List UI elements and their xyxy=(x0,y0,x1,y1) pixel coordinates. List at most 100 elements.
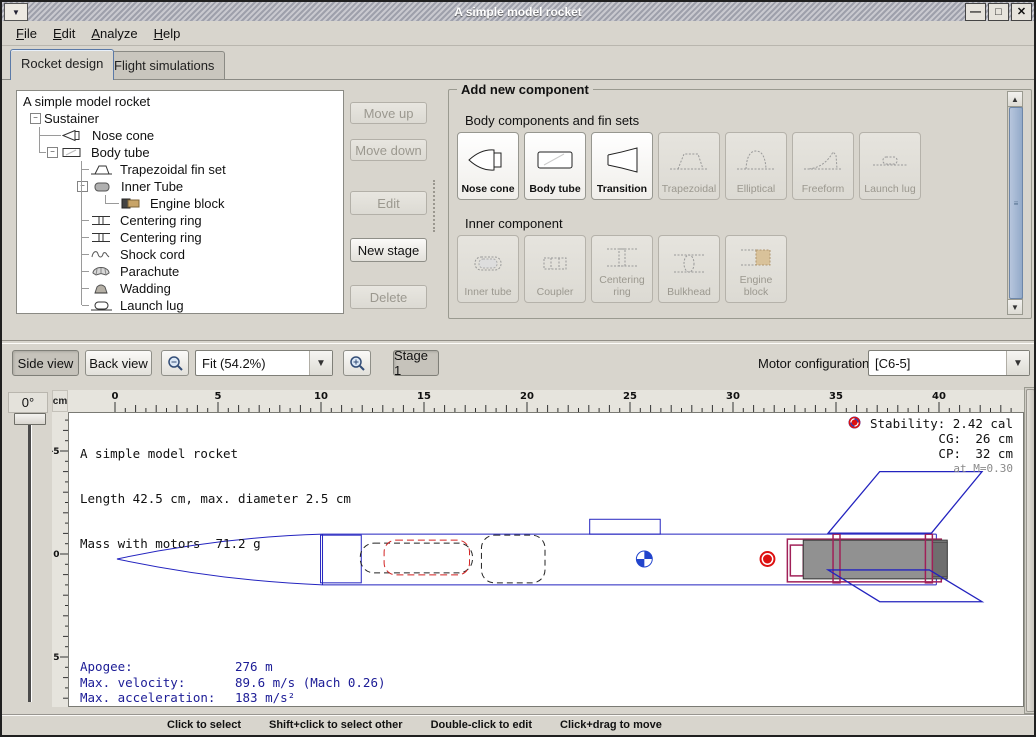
tree-item-engine-block[interactable]: Engine block xyxy=(106,195,343,212)
svg-text:40: 40 xyxy=(932,391,946,402)
motor-configuration-select[interactable]: [C6-5] ▼ xyxy=(868,350,1030,376)
add-trapezoidal-fin-button[interactable]: Trapezoidal xyxy=(658,132,720,200)
menu-help[interactable]: Help xyxy=(146,23,189,44)
vertical-ruler: -505 xyxy=(52,412,68,707)
add-centering-ring-button[interactable]: Centering ring xyxy=(591,235,653,303)
move-down-button[interactable]: Move down xyxy=(350,139,427,161)
motor-nozzle xyxy=(932,542,947,577)
status-bar: Click to select Shift+click to select ot… xyxy=(2,714,1034,735)
rocket-canvas[interactable]: A simple model rocket Length 42.5 cm, ma… xyxy=(68,412,1024,707)
component-panel-scrollbar[interactable]: ▲ ≡ ▼ xyxy=(1007,91,1023,315)
horizontal-ruler: 0510152025303540 xyxy=(68,390,1024,412)
chevron-down-icon[interactable]: ▼ xyxy=(309,351,332,375)
add-inner-tube-button[interactable]: Inner tube xyxy=(457,235,519,303)
tree-item-centering-ring-1[interactable]: Centering ring xyxy=(82,212,343,229)
stage-1-button[interactable]: Stage 1 xyxy=(393,350,439,376)
add-bulkhead-button[interactable]: Bulkhead xyxy=(658,235,720,303)
svg-text:35: 35 xyxy=(829,391,843,402)
scroll-up-icon[interactable]: ▲ xyxy=(1008,92,1022,107)
tree-collapse-toggle[interactable]: − xyxy=(30,113,41,124)
scrollbar-thumb[interactable]: ≡ xyxy=(1009,107,1023,299)
launch-lug-icon xyxy=(861,137,919,183)
scroll-down-icon[interactable]: ▼ xyxy=(1008,299,1022,314)
back-view-button[interactable]: Back view xyxy=(85,350,152,376)
parachute-icon xyxy=(90,265,114,278)
fin-top xyxy=(828,472,982,534)
tree-item-body-tube[interactable]: − Body tube xyxy=(40,144,343,161)
tree-item-sustainer[interactable]: − Sustainer xyxy=(30,110,343,127)
tree-item-shock-cord[interactable]: Shock cord xyxy=(82,246,343,263)
centering-ring-icon xyxy=(90,214,114,227)
edit-button[interactable]: Edit xyxy=(350,191,427,215)
cg-marker xyxy=(636,551,652,567)
tab-rocket-design[interactable]: Rocket design xyxy=(10,49,114,80)
body-tube-icon xyxy=(526,137,584,183)
add-transition-button[interactable]: Transition xyxy=(591,132,653,200)
magnifier-minus-icon xyxy=(166,354,184,372)
wadding-icon xyxy=(90,282,114,295)
view-scrollbar[interactable] xyxy=(1024,387,1035,714)
maximize-button[interactable]: □ xyxy=(988,3,1009,21)
horizontal-ruler-svg: 0510152025303540 xyxy=(68,390,1024,412)
panel-drag-handle[interactable] xyxy=(433,180,437,232)
tree-item-inner-tube[interactable]: − Inner Tube xyxy=(77,178,343,195)
magnifier-plus-icon xyxy=(348,354,366,372)
svg-text:30: 30 xyxy=(726,391,740,402)
tree-collapse-toggle[interactable]: − xyxy=(47,147,58,158)
coupler-icon xyxy=(526,240,584,286)
zoom-in-button[interactable] xyxy=(343,350,371,376)
tree-item-parachute[interactable]: Parachute xyxy=(82,263,343,280)
ruler-unit-label: cm xyxy=(52,390,68,412)
add-nose-cone-button[interactable]: Nose cone xyxy=(457,132,519,200)
add-engine-block-button[interactable]: Engine block xyxy=(725,235,787,303)
zoom-select[interactable]: Fit (54.2%) ▼ xyxy=(195,350,333,376)
tree-item-trapezoidal-fin-set[interactable]: Trapezoidal fin set xyxy=(82,161,343,178)
tree-item-wadding[interactable]: Wadding xyxy=(82,280,343,297)
tab-flight-simulations[interactable]: Flight simulations xyxy=(103,51,225,80)
rotation-slider-handle[interactable] xyxy=(14,413,46,425)
add-body-tube-button[interactable]: Body tube xyxy=(524,132,586,200)
side-view-button[interactable]: Side view xyxy=(12,350,79,376)
svg-text:20: 20 xyxy=(520,391,534,402)
tree-collapse-toggle[interactable]: − xyxy=(77,181,88,192)
status-hint: Click+drag to move xyxy=(560,719,662,731)
launch-lug-icon xyxy=(90,299,114,312)
tree-item-nose-cone[interactable]: Nose cone xyxy=(40,127,343,144)
engine-block-icon xyxy=(120,197,144,210)
parachute-outline xyxy=(384,540,469,575)
add-elliptical-fin-button[interactable]: Elliptical xyxy=(725,132,787,200)
move-up-button[interactable]: Move up xyxy=(350,102,427,124)
menu-file[interactable]: File xyxy=(8,23,45,44)
add-launch-lug-button[interactable]: Launch lug xyxy=(859,132,921,200)
shock-cord-outline xyxy=(360,543,472,573)
body-components-label: Body components and fin sets xyxy=(465,113,639,128)
minimize-button[interactable]: — xyxy=(965,3,986,21)
add-coupler-button[interactable]: Coupler xyxy=(524,235,586,303)
app-window: ▼ A simple model rocket — □ ✕ File Edit … xyxy=(0,0,1036,737)
tree-item-rocket[interactable]: A simple model rocket xyxy=(23,93,343,110)
tree-guide xyxy=(39,127,40,153)
svg-text:15: 15 xyxy=(417,391,431,402)
zoom-out-button[interactable] xyxy=(161,350,189,376)
menu-edit[interactable]: Edit xyxy=(45,23,83,44)
transition-icon xyxy=(593,137,651,183)
close-button[interactable]: ✕ xyxy=(1011,3,1032,21)
freeform-fin-icon xyxy=(794,137,852,183)
chevron-down-icon[interactable]: ▼ xyxy=(1006,351,1029,375)
add-freeform-fin-button[interactable]: Freeform xyxy=(792,132,854,200)
svg-text:-5: -5 xyxy=(52,447,60,457)
new-stage-button[interactable]: New stage xyxy=(350,238,427,262)
menu-analyze[interactable]: Analyze xyxy=(83,23,145,44)
panel-divider xyxy=(2,340,1034,344)
vertical-ruler-svg: -505 xyxy=(52,412,68,707)
trapezoidal-fin-icon xyxy=(90,163,114,176)
tree-item-centering-ring-2[interactable]: Centering ring xyxy=(82,229,343,246)
svg-text:5: 5 xyxy=(215,391,222,402)
trapezoidal-fin-icon xyxy=(660,137,718,183)
delete-button[interactable]: Delete xyxy=(350,285,427,309)
engine-block-outline xyxy=(790,545,803,576)
inner-tube-icon xyxy=(459,240,517,286)
status-hint: Double-click to edit xyxy=(431,719,532,731)
tree-item-launch-lug[interactable]: Launch lug xyxy=(82,297,343,314)
centering-ring-icon xyxy=(90,231,114,244)
